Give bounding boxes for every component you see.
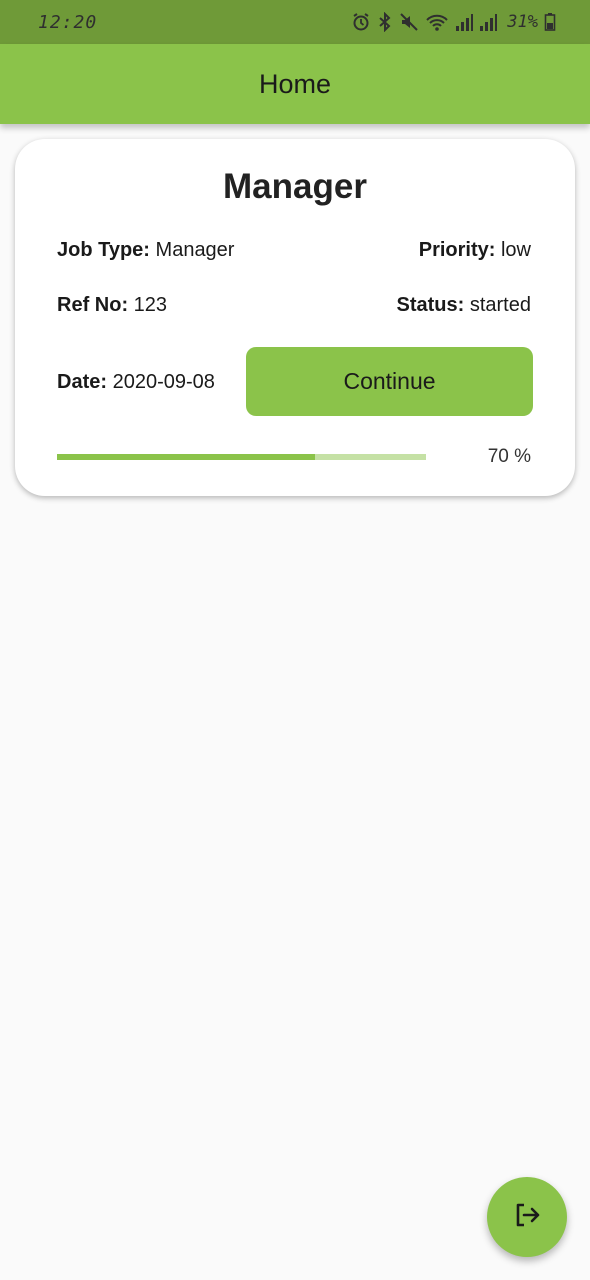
battery-text: 31% <box>507 12 538 32</box>
app-bar: Home <box>0 44 590 124</box>
ref-no-label: Ref No: <box>57 294 129 316</box>
priority-value: low <box>500 239 531 261</box>
logout-button[interactable] <box>487 1177 567 1257</box>
mute-icon <box>399 12 419 32</box>
ref-no-field: Ref No: 123 <box>57 294 167 317</box>
status-field: Status: started <box>396 294 531 317</box>
job-type-label: Job Type: <box>57 239 150 261</box>
status-icons: 31% <box>351 12 556 32</box>
status-value: started <box>469 294 531 316</box>
status-time: 12:20 <box>38 11 98 33</box>
signal-icon-2 <box>479 12 498 32</box>
battery-icon <box>544 12 556 32</box>
priority-label: Priority: <box>418 239 496 261</box>
job-title: Manager <box>223 167 367 206</box>
logout-icon <box>511 1199 543 1236</box>
job-type-value: Manager <box>155 239 235 261</box>
alarm-icon <box>351 12 371 32</box>
progress-fill <box>57 454 316 460</box>
page-title: Home <box>258 68 332 99</box>
date-label: Date: <box>57 371 108 393</box>
progress-label: 70 % <box>487 446 531 467</box>
date-value: 2020-09-08 <box>112 371 215 393</box>
ref-no-value: 123 <box>133 294 168 316</box>
bluetooth-icon <box>377 12 393 32</box>
wifi-icon <box>425 12 449 32</box>
priority-field: Priority: low <box>419 239 531 262</box>
date-field: Date: 2020-09-08 <box>57 371 215 394</box>
job-card: Manager Job Type: Manager Priority: low … <box>15 139 575 496</box>
progress-bar <box>57 454 426 460</box>
job-type-field: Job Type: Manager <box>57 239 234 262</box>
status-bar: 12:20 31% <box>0 0 590 44</box>
status-label: Status: <box>396 294 465 316</box>
signal-icon <box>455 12 474 32</box>
continue-button[interactable]: Continue <box>246 347 533 416</box>
